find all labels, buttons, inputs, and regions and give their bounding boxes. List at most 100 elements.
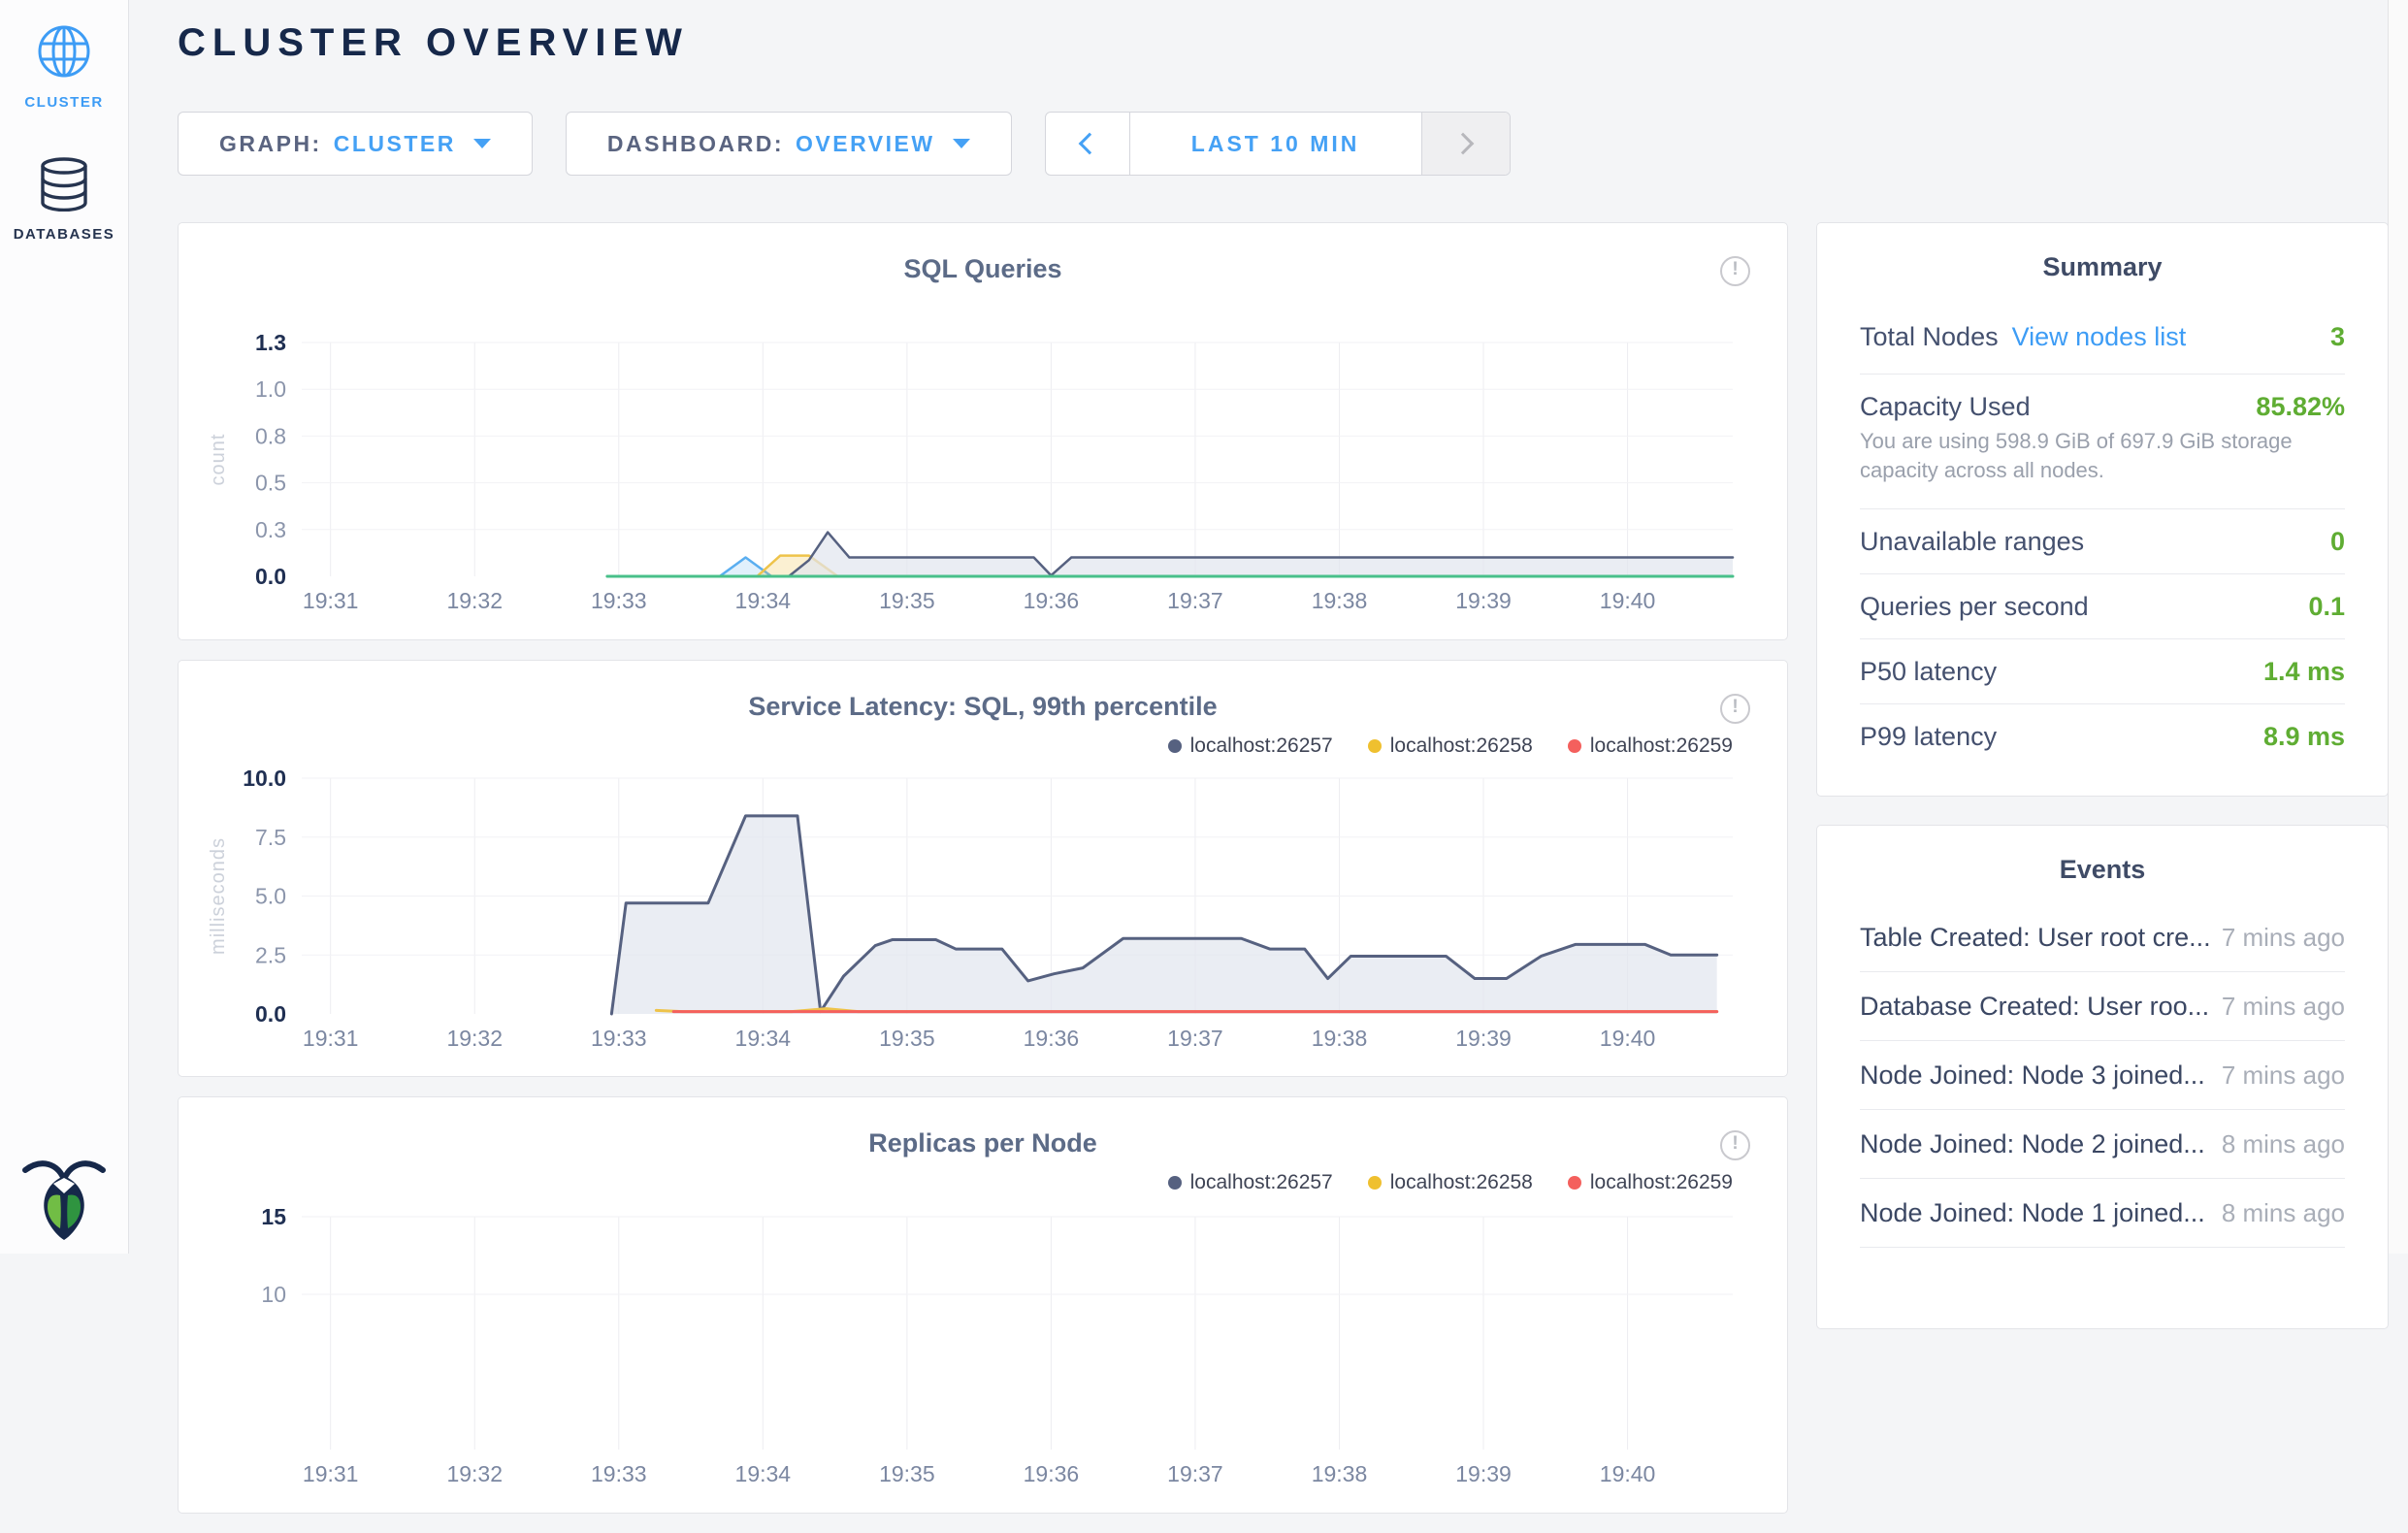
svg-text:19:38: 19:38 [1312, 588, 1368, 613]
svg-text:19:38: 19:38 [1312, 1026, 1368, 1051]
time-range-label[interactable]: LAST 10 MIN [1130, 113, 1421, 175]
info-icon[interactable] [1720, 256, 1750, 286]
svg-text:19:40: 19:40 [1600, 1026, 1656, 1051]
legend-dot [1568, 739, 1581, 753]
legend-entry: localhost:26258 [1368, 1171, 1533, 1194]
summary-row: P50 latency 1.4 ms [1860, 639, 2345, 704]
replicas-per-node-card: 19:3119:3219:3319:3419:3519:3619:3719:38… [178, 1096, 1788, 1514]
svg-text:milliseconds: milliseconds [208, 837, 229, 955]
svg-text:19:34: 19:34 [735, 588, 792, 613]
database-icon [38, 157, 90, 212]
svg-text:19:32: 19:32 [446, 1461, 503, 1486]
service-latency-chart: 19:3119:3219:3319:3419:3519:3619:3719:38… [179, 661, 1789, 1078]
event-row: Node Joined: Node 2 joined... 8 mins ago [1860, 1110, 2345, 1179]
svg-text:19:33: 19:33 [591, 1461, 647, 1486]
dashboard-dropdown[interactable]: DASHBOARD: OVERVIEW [566, 112, 1012, 176]
svg-text:19:34: 19:34 [735, 1461, 792, 1486]
legend-dot [1168, 1176, 1182, 1190]
time-range-next-button[interactable] [1421, 113, 1510, 175]
summary-row: Queries per second 0.1 [1860, 574, 2345, 639]
graph-dropdown-value: CLUSTER [334, 131, 456, 157]
sidebar-item-databases[interactable]: DATABASES [0, 157, 128, 243]
event-row: Database Created: User roo... 7 mins ago [1860, 972, 2345, 1041]
sql-queries-chart: 19:3119:3219:3319:3419:3519:3619:3719:38… [179, 223, 1789, 641]
service-latency-card: 19:3119:3219:3319:3419:3519:3619:3719:38… [178, 660, 1788, 1077]
time-range-prev-button[interactable] [1046, 113, 1130, 175]
svg-text:19:37: 19:37 [1167, 588, 1223, 613]
svg-text:19:31: 19:31 [303, 588, 359, 613]
legend-entry: localhost:26258 [1368, 734, 1533, 758]
svg-text:15: 15 [261, 1204, 286, 1229]
info-icon[interactable] [1720, 1130, 1750, 1160]
svg-text:19:33: 19:33 [591, 1026, 647, 1051]
summary-panel: Summary Total Nodes View nodes list 3 Cap… [1816, 222, 2389, 797]
chart-title: SQL Queries [179, 254, 1787, 284]
svg-text:1.3: 1.3 [255, 330, 286, 355]
svg-text:19:32: 19:32 [446, 588, 503, 613]
legend-entry: localhost:26257 [1168, 1171, 1333, 1194]
chevron-down-icon [473, 139, 491, 148]
svg-text:19:35: 19:35 [879, 1026, 935, 1051]
chevron-down-icon [953, 139, 970, 148]
info-icon[interactable] [1720, 694, 1750, 724]
chevron-left-icon [1079, 133, 1101, 155]
legend-dot [1168, 739, 1182, 753]
svg-text:19:36: 19:36 [1024, 1026, 1080, 1051]
event-row: Table Created: User root cre... 7 mins a… [1860, 903, 2345, 972]
svg-text:19:35: 19:35 [879, 1461, 935, 1486]
svg-text:0.5: 0.5 [255, 471, 286, 496]
capacity-label: Capacity Used [1860, 390, 2031, 423]
event-row: Node Joined: Node 1 joined... 8 mins ago [1860, 1179, 2345, 1248]
event-row: Node Joined: Node 3 joined... 7 mins ago [1860, 1041, 2345, 1110]
time-range-selector: LAST 10 MIN [1045, 112, 1511, 176]
total-nodes-value: 3 [2330, 320, 2345, 353]
chart-title: Replicas per Node [179, 1128, 1787, 1158]
svg-text:10: 10 [261, 1282, 286, 1307]
svg-text:0.8: 0.8 [255, 423, 286, 448]
svg-text:19:34: 19:34 [735, 1026, 792, 1051]
page-title: CLUSTER OVERVIEW [178, 21, 689, 65]
graph-dropdown[interactable]: GRAPH: CLUSTER [178, 112, 533, 176]
total-nodes-label: Total Nodes [1860, 322, 1999, 351]
svg-text:19:36: 19:36 [1024, 1461, 1080, 1486]
summary-row-capacity: Capacity Used 85.82% You are using 598.9… [1860, 375, 2345, 509]
replicas-per-node-chart: 19:3119:3219:3319:3419:3519:3619:3719:38… [179, 1097, 1789, 1515]
svg-text:19:35: 19:35 [879, 588, 935, 613]
sidebar: CLUSTER DATABASES [0, 0, 129, 1254]
svg-text:7.5: 7.5 [255, 825, 286, 850]
graph-dropdown-label: GRAPH: [219, 131, 322, 157]
svg-text:10.0: 10.0 [243, 766, 286, 791]
svg-text:19:37: 19:37 [1167, 1026, 1223, 1051]
svg-text:19:32: 19:32 [446, 1026, 503, 1051]
svg-text:19:40: 19:40 [1600, 588, 1656, 613]
capacity-caption: You are using 598.9 GiB of 697.9 GiB sto… [1860, 427, 2345, 485]
svg-text:count: count [208, 434, 229, 486]
dashboard-dropdown-label: DASHBOARD: [607, 131, 784, 157]
summary-row: Unavailable ranges 0 [1860, 509, 2345, 574]
svg-text:19:39: 19:39 [1455, 1026, 1512, 1051]
summary-row: P99 latency 8.9 ms [1860, 704, 2345, 768]
svg-text:19:36: 19:36 [1024, 588, 1080, 613]
events-panel: Events Table Created: User root cre... 7… [1816, 825, 2389, 1329]
cockroachdb-logo [21, 1155, 107, 1244]
svg-text:19:39: 19:39 [1455, 1461, 1512, 1486]
svg-text:5.0: 5.0 [255, 884, 286, 909]
summary-row-total-nodes: Total Nodes View nodes list 3 [1860, 305, 2345, 375]
summary-title: Summary [1860, 250, 2345, 283]
sidebar-item-cluster[interactable]: CLUSTER [0, 23, 128, 111]
svg-text:0.0: 0.0 [255, 1001, 286, 1027]
chart-legend: localhost:26257 localhost:26258 localhos… [1168, 734, 1733, 758]
sql-queries-card: 19:3119:3219:3319:3419:3519:3619:3719:38… [178, 222, 1788, 640]
svg-text:19:38: 19:38 [1312, 1461, 1368, 1486]
svg-text:2.5: 2.5 [255, 942, 286, 967]
legend-dot [1368, 739, 1382, 753]
legend-entry: localhost:26257 [1168, 734, 1333, 758]
svg-text:0.3: 0.3 [255, 517, 286, 542]
dashboard-dropdown-value: OVERVIEW [796, 131, 935, 157]
scrollbar[interactable] [2388, 0, 2408, 1254]
legend-entry: localhost:26259 [1568, 1171, 1733, 1194]
svg-text:19:37: 19:37 [1167, 1461, 1223, 1486]
svg-text:19:40: 19:40 [1600, 1461, 1656, 1486]
chevron-right-icon [1452, 133, 1475, 155]
view-nodes-list-link[interactable]: View nodes list [2012, 322, 2187, 351]
